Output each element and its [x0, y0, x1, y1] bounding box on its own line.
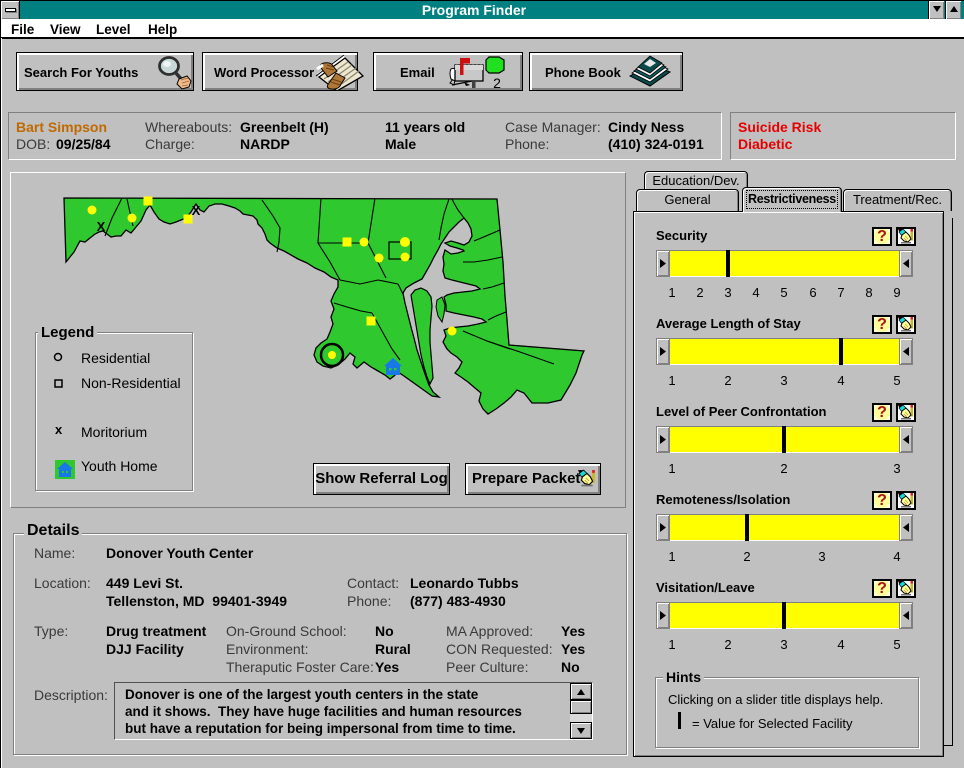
svg-text:2: 2	[493, 75, 501, 91]
svg-text:X: X	[192, 203, 201, 218]
svg-text:X: X	[97, 219, 106, 234]
